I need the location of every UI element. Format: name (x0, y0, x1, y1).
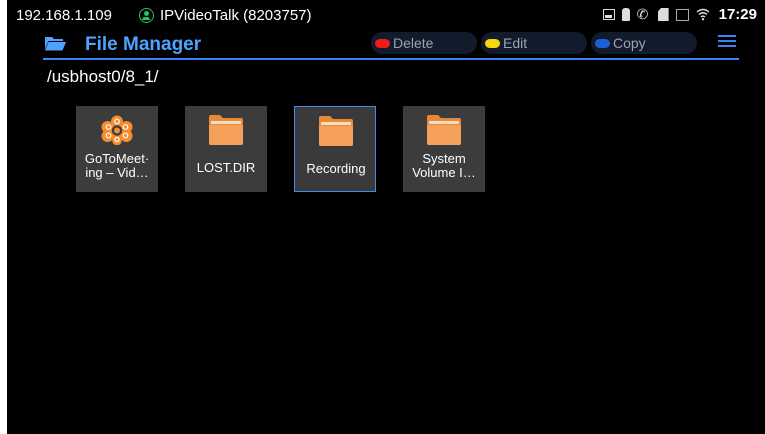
folder-icon (319, 116, 353, 146)
file-tile-gotomeeting[interactable]: GoToMeet· ing – Vid… (76, 106, 158, 192)
app-header: File Manager Delete Edit Copy (43, 30, 739, 60)
account-label: IPVideoTalk (8203757) (160, 7, 312, 24)
file-name: GoToMeet· ing – Vid… (84, 152, 150, 180)
folder-open-icon (45, 37, 66, 51)
red-dot-icon (375, 38, 390, 48)
file-tile-recording[interactable]: Recording (294, 106, 376, 192)
edit-label: Edit (503, 35, 528, 51)
file-name: System Volume I… (412, 152, 476, 180)
screen-icon (602, 9, 615, 20)
clock: 17:29 (718, 6, 757, 23)
header-divider (43, 58, 739, 60)
page-title: File Manager (85, 34, 202, 55)
device-screen: 192.168.1.109 IPVideoTalk (8203757) ✆ 17… (7, 0, 765, 434)
status-icons: ✆ 17:29 (602, 6, 757, 23)
delete-button[interactable]: Delete (371, 32, 477, 54)
folder-icon (427, 115, 461, 145)
copy-label: Copy (613, 35, 646, 51)
copy-button[interactable]: Copy (591, 32, 697, 54)
account-status: IPVideoTalk (8203757) (139, 7, 312, 24)
network-icon (675, 8, 689, 21)
current-path: /usbhost0/8_1/ (47, 67, 159, 86)
file-name: Recording (306, 162, 366, 176)
menu-icon[interactable] (718, 35, 736, 49)
file-tile-lost-dir[interactable]: LOST.DIR (185, 106, 267, 192)
file-name: LOST.DIR (196, 161, 256, 175)
yellow-dot-icon (485, 38, 500, 48)
phone-icon: ✆ (636, 6, 649, 22)
blue-dot-icon (595, 38, 610, 48)
edit-button[interactable]: Edit (481, 32, 587, 54)
wifi-icon (696, 8, 710, 21)
ip-address: 192.168.1.109 (16, 7, 112, 24)
file-tile-system-volume[interactable]: System Volume I… (403, 106, 485, 192)
status-bar: 192.168.1.109 IPVideoTalk (8203757) ✆ 17… (7, 0, 765, 30)
account-icon (139, 8, 154, 23)
folder-icon (209, 115, 243, 145)
sd-card-icon (657, 8, 669, 21)
usb-icon (621, 8, 630, 21)
delete-label: Delete (393, 35, 434, 51)
gotomeeting-app-icon (101, 115, 133, 145)
